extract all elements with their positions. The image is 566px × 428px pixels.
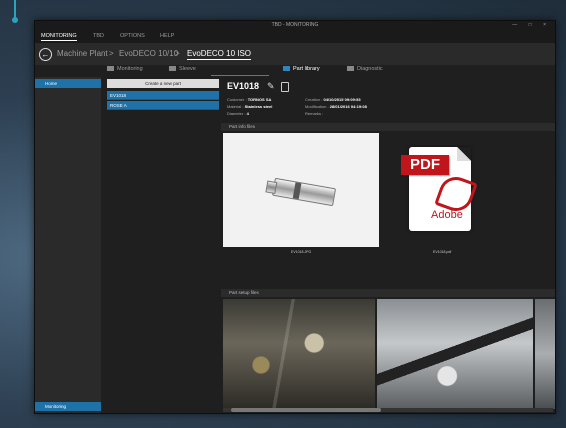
breadcrumb-separator: >	[109, 49, 114, 58]
tab-bar: Monitoring Sleeve Part library Diagnosti…	[107, 65, 555, 76]
list-item[interactable]: EV1018	[107, 91, 219, 100]
menu-tbd[interactable]: TBD	[93, 33, 104, 39]
window-title: TBD - MONITORING	[271, 22, 319, 28]
field-diameter: Diameter : 4	[227, 111, 249, 116]
scrollbar-thumb[interactable]	[231, 408, 381, 412]
background-marker-dot	[12, 17, 18, 23]
field-creation: Creation : 04/10/2015 09:09:53	[305, 97, 361, 102]
pdf-banner: PDF	[401, 155, 449, 175]
setup-photo-thumbnail[interactable]	[535, 299, 555, 409]
breadcrumb-current[interactable]: EvoDECO 10 ISO	[187, 49, 252, 60]
part-detail: EV1018 ✎ Customer : TORNOS SA Material :…	[221, 77, 555, 413]
sidebar-item-home[interactable]: Home	[35, 79, 101, 88]
setup-files-header: Part setup files	[221, 289, 555, 297]
tab-monitoring[interactable]: Monitoring	[107, 66, 143, 72]
sidebar: Home	[35, 77, 101, 413]
breadcrumb-machine-plant[interactable]: Machine Plant	[57, 49, 108, 58]
pencil-icon[interactable]: ✎	[267, 81, 277, 91]
pdf-fold	[457, 147, 471, 161]
setup-photo-thumbnail[interactable]	[223, 299, 375, 409]
monitor-icon	[107, 66, 114, 72]
create-part-button[interactable]: Create a new part	[107, 79, 219, 88]
menu-options[interactable]: OPTIONS	[120, 33, 145, 39]
tab-sleeve[interactable]: Sleeve	[169, 66, 196, 72]
diagnostic-icon	[347, 66, 354, 72]
tab-part-library[interactable]: Part library	[283, 66, 320, 72]
list-item[interactable]: ROSE A	[107, 101, 219, 110]
sleeve-icon	[169, 66, 176, 72]
field-modification: Modification : 28/01/2016 04:19:08	[305, 104, 367, 109]
file-caption: EV1018.pdf	[433, 250, 452, 254]
file-caption: EV1018.JPG	[291, 250, 312, 254]
menu-monitoring[interactable]: MONITORING	[41, 33, 77, 41]
field-remarks: Remarks :	[305, 111, 324, 116]
info-files-header: Part info files	[221, 123, 555, 131]
library-icon	[283, 66, 290, 72]
breadcrumb: ← Machine Plant > EvoDECO 10/10 > EvoDEC…	[35, 43, 555, 65]
menu-bar: MONITORING TBD OPTIONS HELP	[35, 31, 555, 43]
adobe-label: Adobe	[431, 209, 463, 221]
back-arrow-icon[interactable]: ←	[39, 48, 52, 61]
breadcrumb-evodeco-1010[interactable]: EvoDECO 10/10	[119, 49, 178, 58]
setup-photo-thumbnail[interactable]	[377, 299, 533, 409]
part-list: Create a new part EV1018 ROSE A	[107, 79, 219, 413]
active-tab-indicator	[211, 75, 269, 76]
part-photo	[271, 177, 337, 207]
tab-diagnostic[interactable]: Diagnostic	[347, 66, 383, 72]
part-name: EV1018	[227, 81, 260, 91]
window-controls[interactable]: — □ ×	[512, 22, 551, 28]
trash-icon[interactable]	[281, 82, 289, 92]
sidebar-item-monitoring[interactable]: Monitoring	[35, 402, 101, 411]
menu-help[interactable]: HELP	[160, 33, 174, 39]
title-bar: TBD - MONITORING — □ ×	[35, 21, 555, 31]
app-window: TBD - MONITORING — □ × MONITORING TBD OP…	[34, 20, 556, 414]
pdf-thumbnail[interactable]: Adobe PDF	[401, 147, 481, 231]
field-material: Material : Stainless steel	[227, 104, 273, 109]
horizontal-scrollbar[interactable]	[223, 408, 553, 412]
breadcrumb-separator: >	[175, 49, 180, 58]
field-customer: Customer : TORNOS SA	[227, 97, 272, 102]
part-photo-thumbnail[interactable]	[223, 133, 379, 247]
